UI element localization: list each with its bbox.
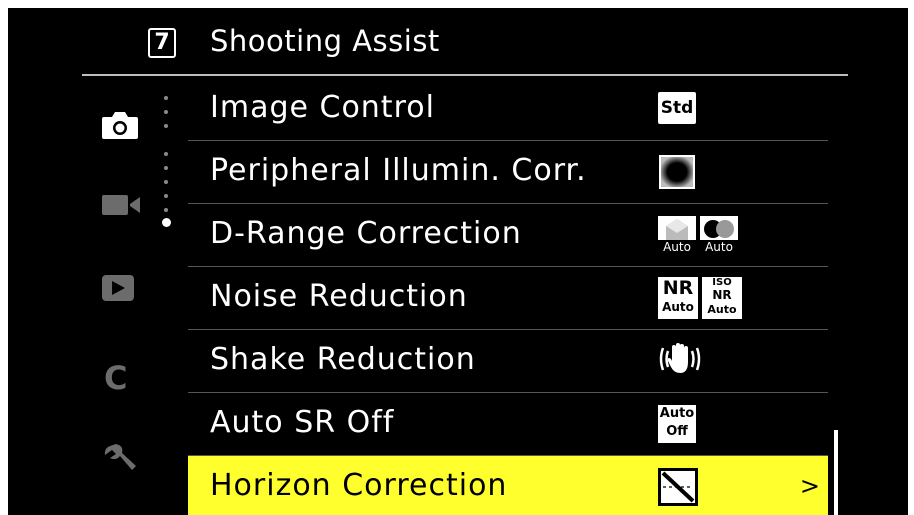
- menu-item-horizon-correction[interactable]: Horizon Correction >: [188, 456, 828, 515]
- video-tab-icon[interactable]: [100, 190, 148, 230]
- menu-item-shake-reduction[interactable]: Shake Reduction: [188, 330, 828, 393]
- menu-item-label: Image Control: [210, 90, 435, 125]
- page-dot: [164, 152, 168, 156]
- auto-sr-off-icon: Auto Off: [658, 405, 696, 443]
- high-iso-nr-auto-icon: ISO NR Auto: [702, 277, 742, 319]
- menu-item-noise-reduction[interactable]: Noise Reduction NR Auto ISO NR Auto: [188, 267, 828, 330]
- custom-tab-label: C: [104, 359, 128, 397]
- menu-item-label: Noise Reduction: [210, 279, 468, 314]
- page-dot: [164, 124, 168, 128]
- menu-scrollbar[interactable]: [834, 430, 838, 515]
- header-divider: [82, 74, 848, 76]
- d-range-highlight-auto-icon: Auto: [658, 216, 696, 254]
- menu-item-label: Auto SR Off: [210, 405, 395, 440]
- menu-header: 7 Shooting Assist: [8, 8, 908, 78]
- menu-page-number: 7: [148, 28, 176, 58]
- menu-page-indicator: [158, 96, 174, 236]
- page-dot: [164, 208, 168, 212]
- horizon-correction-icon: [658, 468, 698, 510]
- menu-item-label: Horizon Correction: [210, 468, 508, 503]
- menu-item-label: D-Range Correction: [210, 216, 522, 251]
- page-dot: [164, 194, 168, 198]
- page-dot: [164, 96, 168, 100]
- setup-wrench-icon[interactable]: [100, 440, 148, 480]
- slow-shutter-nr-auto-icon: NR Auto: [658, 277, 698, 319]
- shake-reduction-icon: [658, 342, 702, 384]
- custom-tab-icon[interactable]: C: [100, 358, 148, 398]
- chevron-right-icon: >: [799, 472, 820, 500]
- page-dot: [164, 180, 168, 184]
- menu-item-auto-sr-off[interactable]: Auto SR Off Auto Off: [188, 393, 828, 456]
- d-range-shadow-auto-icon: Auto: [700, 216, 738, 254]
- image-control-std-icon: Std: [658, 92, 696, 124]
- peripheral-illumination-icon: [658, 154, 696, 196]
- playback-tab-icon[interactable]: [100, 272, 148, 312]
- page-title: Shooting Assist: [210, 24, 440, 58]
- page-dot: [164, 166, 168, 170]
- menu-item-label: Peripheral Illumin. Corr.: [210, 153, 587, 188]
- menu-item-image-control[interactable]: Image Control Std: [188, 78, 828, 141]
- camera-tab-icon[interactable]: [100, 108, 148, 148]
- page-dot: [164, 110, 168, 114]
- menu-item-peripheral-illumination[interactable]: Peripheral Illumin. Corr.: [188, 141, 828, 204]
- camera-menu-screen: 7 Shooting Assist C Image Control Std Pe…: [8, 8, 908, 515]
- current-page-dot: [162, 218, 171, 227]
- menu-item-d-range-correction[interactable]: D-Range Correction Auto Auto: [188, 204, 828, 267]
- menu-item-label: Shake Reduction: [210, 342, 476, 377]
